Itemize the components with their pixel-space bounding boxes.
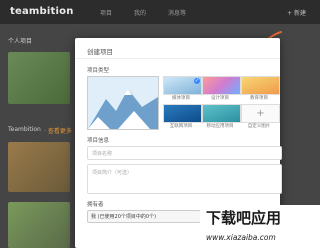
project-description-placeholder: 项目简介（可选）: [92, 170, 133, 176]
nav-item-mine[interactable]: 我的: [134, 8, 146, 17]
type-thumb-media[interactable]: ✓: [163, 76, 202, 95]
type-label-design: 设计项目: [211, 96, 229, 101]
project-name-field[interactable]: 项目名称: [87, 146, 282, 160]
owner-heading: 拥有者: [87, 202, 104, 208]
project-name-placeholder: 项目名称: [92, 151, 113, 157]
watermark: 下载吧应用 www.xiazaiba.com: [200, 205, 320, 248]
new-button[interactable]: + 新建: [287, 8, 306, 17]
team-more-link[interactable]: · 查看更多: [44, 126, 72, 135]
type-label-mobile: 移动应用项目: [206, 124, 234, 129]
add-custom-image-icon[interactable]: +: [241, 104, 280, 123]
type-label-internet: 互联网项目: [169, 124, 193, 129]
type-thumb-education[interactable]: [241, 76, 280, 95]
divider: [75, 58, 280, 59]
type-label-media: 媒体项目: [172, 96, 190, 101]
type-label-education: 教育项目: [250, 96, 268, 101]
project-type-heading: 项目类型: [87, 68, 110, 74]
project-card[interactable]: [8, 52, 70, 104]
cover-preview-image: [87, 76, 159, 130]
selected-check-icon: ✓: [194, 78, 200, 84]
nav-item-projects[interactable]: 项目: [100, 8, 112, 17]
type-label-custom: 自定义图片: [247, 124, 271, 129]
project-card[interactable]: [8, 142, 70, 192]
project-card[interactable]: [8, 202, 70, 248]
nav-item-messages[interactable]: 消息等: [168, 8, 186, 17]
app-logo[interactable]: teambition: [10, 6, 74, 17]
owner-select[interactable]: 我 (已使用20个项目中的0个): [87, 210, 201, 223]
section-team-projects: Teambition: [8, 126, 41, 133]
dialog-title: 创建项目: [87, 48, 113, 56]
watermark-title: 下载吧应用: [206, 209, 282, 227]
type-thumb-design[interactable]: [202, 76, 241, 95]
type-thumb-internet[interactable]: [163, 104, 202, 123]
type-thumb-mobile[interactable]: [202, 104, 241, 123]
watermark-url: www.xiazaiba.com: [206, 233, 276, 242]
project-info-heading: 项目信息: [87, 138, 110, 144]
section-personal-projects: 个人项目: [8, 38, 33, 45]
project-description-field[interactable]: 项目简介（可选）: [87, 164, 282, 194]
owner-select-value: 我 (已使用20个项目中的0个): [91, 214, 157, 220]
top-navbar: teambition 项目 我的 消息等 + 新建: [0, 0, 320, 24]
